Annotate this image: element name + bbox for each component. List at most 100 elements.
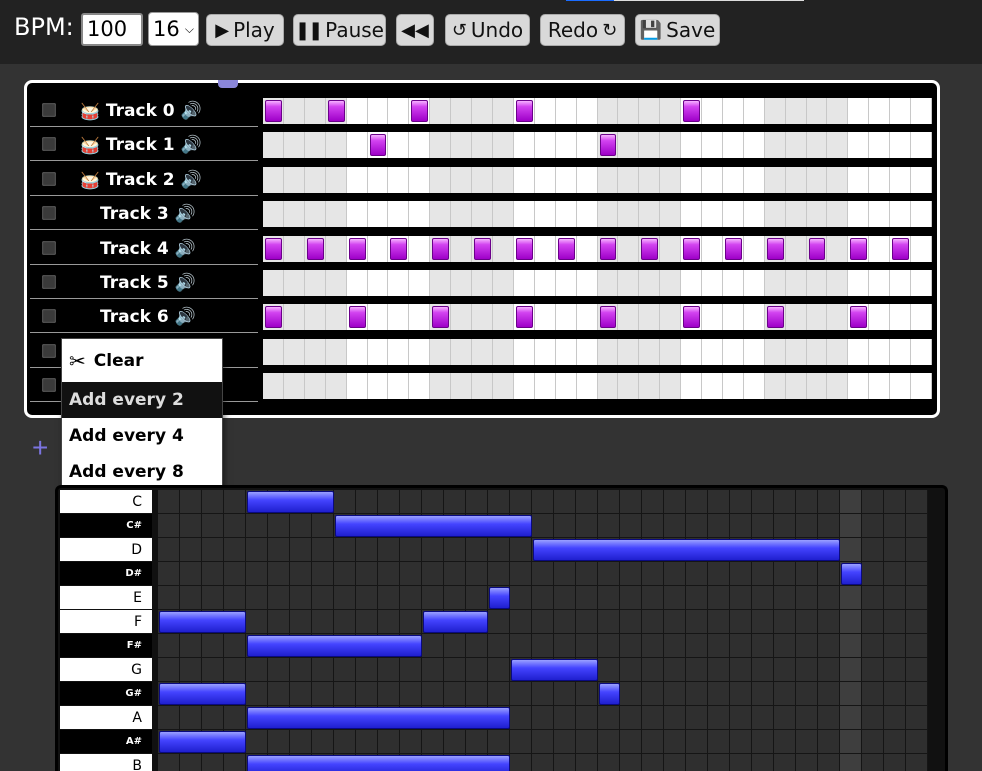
- piano-roll-cell[interactable]: [488, 562, 510, 586]
- piano-roll-cell[interactable]: [554, 730, 576, 754]
- piano-roll-cell[interactable]: [202, 514, 224, 538]
- speaker-icon[interactable]: 🔊: [181, 170, 202, 190]
- step-cell[interactable]: [869, 339, 890, 365]
- piano-roll-cell[interactable]: [290, 658, 312, 682]
- step-cell[interactable]: [451, 132, 472, 158]
- piano-roll-cell[interactable]: [686, 562, 708, 586]
- piano-roll-cell[interactable]: [202, 658, 224, 682]
- step-cell[interactable]: [451, 304, 472, 330]
- piano-roll-cell[interactable]: [796, 586, 818, 610]
- piano-roll-cell[interactable]: [884, 586, 906, 610]
- piano-roll-cell[interactable]: [444, 658, 466, 682]
- step-cell[interactable]: [869, 167, 890, 193]
- piano-roll-cell[interactable]: [774, 586, 796, 610]
- step-cell[interactable]: [702, 236, 723, 262]
- piano-roll-cell[interactable]: [246, 514, 268, 538]
- piano-roll-cell[interactable]: [862, 658, 884, 682]
- step-cell[interactable]: [430, 373, 451, 399]
- piano-roll-cell[interactable]: [312, 538, 334, 562]
- piano-roll-cell[interactable]: [444, 634, 466, 658]
- step-cell[interactable]: [639, 270, 660, 296]
- piano-roll-cell[interactable]: [708, 682, 730, 706]
- track-led[interactable]: [42, 309, 56, 323]
- piano-roll-cell[interactable]: [576, 610, 598, 634]
- piano-roll-cell[interactable]: [312, 586, 334, 610]
- step-cell[interactable]: [890, 270, 911, 296]
- piano-roll-cell[interactable]: [466, 586, 488, 610]
- piano-roll-cell[interactable]: [158, 514, 180, 538]
- piano-roll-cell[interactable]: [752, 610, 774, 634]
- piano-roll-cell[interactable]: [664, 754, 686, 771]
- step-cell[interactable]: [347, 373, 368, 399]
- step-cell[interactable]: [660, 167, 681, 193]
- piano-key[interactable]: C: [60, 490, 152, 513]
- piano-roll-cell[interactable]: [664, 514, 686, 538]
- piano-roll-cell[interactable]: [708, 730, 730, 754]
- step-cell[interactable]: [368, 236, 389, 262]
- piano-roll-cell[interactable]: [796, 658, 818, 682]
- piano-roll-cell[interactable]: [642, 586, 664, 610]
- piano-roll-cell[interactable]: [290, 538, 312, 562]
- piano-roll-cell[interactable]: [752, 682, 774, 706]
- undo-button[interactable]: ↺ Undo: [445, 14, 530, 46]
- piano-roll-cell[interactable]: [840, 658, 862, 682]
- piano-key[interactable]: F#: [60, 634, 152, 657]
- piano-roll-cell[interactable]: [884, 754, 906, 771]
- step-cell[interactable]: [890, 373, 911, 399]
- piano-roll-cell[interactable]: [510, 754, 532, 771]
- piano-roll-cell[interactable]: [686, 634, 708, 658]
- step-cell[interactable]: [598, 167, 619, 193]
- step-cell[interactable]: [848, 201, 869, 227]
- piano-roll-cell[interactable]: [620, 730, 642, 754]
- piano-roll-cell[interactable]: [268, 658, 290, 682]
- piano-roll-cell[interactable]: [488, 538, 510, 562]
- step-cell[interactable]: [263, 236, 284, 262]
- piano-roll-cell[interactable]: [620, 610, 642, 634]
- step-cell[interactable]: [660, 132, 681, 158]
- piano-roll-note[interactable]: [159, 683, 246, 705]
- active-step[interactable]: [767, 306, 784, 328]
- step-cell[interactable]: [451, 339, 472, 365]
- step-cell[interactable]: [786, 201, 807, 227]
- piano-roll-cell[interactable]: [268, 586, 290, 610]
- piano-roll-cell[interactable]: [796, 514, 818, 538]
- piano-roll-cell[interactable]: [598, 586, 620, 610]
- step-cell[interactable]: [744, 98, 765, 124]
- piano-roll-cell[interactable]: [862, 634, 884, 658]
- piano-roll-cell[interactable]: [884, 610, 906, 634]
- step-cell[interactable]: [660, 304, 681, 330]
- step-cell[interactable]: [618, 132, 639, 158]
- piano-roll-cell[interactable]: [686, 586, 708, 610]
- step-cell[interactable]: [284, 304, 305, 330]
- step-cell[interactable]: [702, 373, 723, 399]
- piano-roll-cell[interactable]: [576, 490, 598, 514]
- step-cell[interactable]: [493, 373, 514, 399]
- piano-roll-cell[interactable]: [510, 634, 532, 658]
- track-label-0[interactable]: 🥁Track 0🔊: [30, 96, 258, 127]
- piano-roll-note[interactable]: [841, 563, 862, 585]
- piano-roll-cell[interactable]: [664, 610, 686, 634]
- piano-roll-cell[interactable]: [642, 562, 664, 586]
- piano-roll-cell[interactable]: [620, 754, 642, 771]
- step-cell[interactable]: [368, 373, 389, 399]
- save-button[interactable]: 💾 Save: [635, 14, 720, 46]
- piano-roll-cell[interactable]: [180, 490, 202, 514]
- piano-roll-cell[interactable]: [312, 682, 334, 706]
- piano-roll-cell[interactable]: [290, 514, 312, 538]
- piano-roll-cell[interactable]: [268, 514, 290, 538]
- piano-roll-cell[interactable]: [400, 562, 422, 586]
- step-cell[interactable]: [598, 98, 619, 124]
- step-cell[interactable]: [598, 304, 619, 330]
- track-led[interactable]: [42, 206, 56, 220]
- step-cell[interactable]: [702, 167, 723, 193]
- piano-roll-cell[interactable]: [708, 706, 730, 730]
- step-cell[interactable]: [409, 339, 430, 365]
- step-cell[interactable]: [577, 98, 598, 124]
- active-step[interactable]: [432, 306, 449, 328]
- piano-roll-cell[interactable]: [378, 610, 400, 634]
- step-cell[interactable]: [786, 270, 807, 296]
- piano-roll-cell[interactable]: [180, 658, 202, 682]
- piano-roll-cell[interactable]: [532, 490, 554, 514]
- step-cell[interactable]: [744, 270, 765, 296]
- piano-roll-cell[interactable]: [642, 634, 664, 658]
